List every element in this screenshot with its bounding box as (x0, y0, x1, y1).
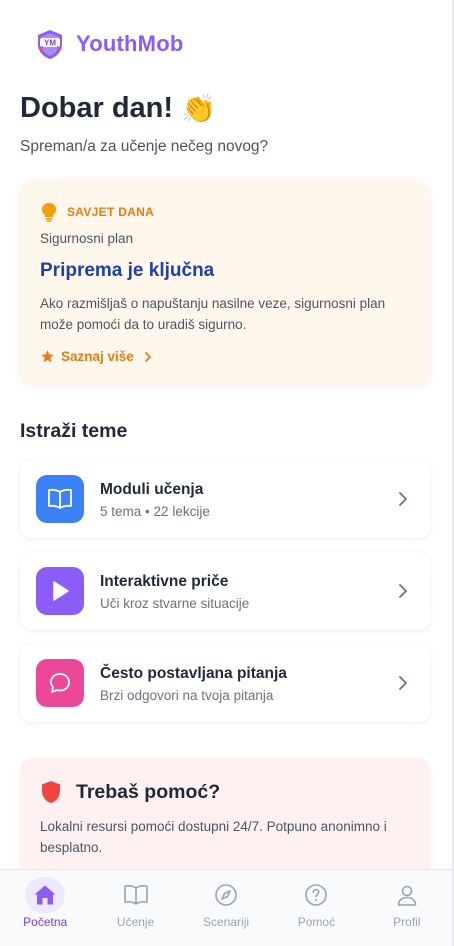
logo-icon: YM (38, 30, 62, 59)
lesson-count: 22 lekcije (153, 504, 210, 519)
app-title: YouthMob (76, 31, 184, 56)
topic-faq[interactable]: Često postavljana pitanja Brzi odgovori … (20, 644, 430, 722)
chat-bubble-icon (36, 659, 84, 707)
tip-category: Sigurnosni plan (40, 231, 134, 246)
tip-header: SAVJET DANA (40, 202, 154, 222)
shield-icon (42, 781, 60, 803)
chevron-right-icon (399, 584, 407, 598)
greeting-title: Dobar dan! 👏 (20, 92, 216, 125)
tip-body: Ako razmišljaš o napuštanju nasilne veze… (40, 296, 386, 332)
learn-more-label: Saznaj više (61, 349, 134, 364)
nav-profile[interactable]: Profil (362, 870, 452, 946)
topic-subtitle: Brzi odgovori na tvoja pitanja (100, 688, 274, 703)
star-icon (41, 350, 54, 363)
topic-meta: 5 tema • 22 lekcije (100, 504, 210, 519)
tip-title: Priprema je ključna (40, 260, 215, 281)
topic-subtitle: Uči kroz stvarne situacije (100, 596, 250, 611)
compass-icon (206, 877, 246, 913)
help-circle-icon (296, 877, 336, 913)
tip-of-day-card: SAVJET DANA Sigurnosni plan Priprema je … (20, 180, 430, 386)
nav-label: Početna (23, 915, 68, 929)
topic-title: Često postavljana pitanja (100, 665, 287, 682)
chevron-right-icon (144, 351, 151, 362)
nav-label: Učenje (116, 915, 155, 929)
svg-text:YM: YM (44, 39, 56, 48)
nav-scenarios[interactable]: Scenariji (181, 870, 271, 946)
bottom-nav: Početna Učenje Scenariji Pomoć Profil (0, 869, 452, 946)
nav-label: Pomoć (297, 915, 336, 929)
nav-learning[interactable]: Učenje (90, 870, 180, 946)
home-icon (25, 877, 66, 913)
nav-label: Profil (393, 915, 421, 929)
chevron-right-icon (399, 676, 407, 690)
nav-label: Scenariji (203, 915, 250, 929)
help-title: Trebaš pomoć? (76, 780, 221, 803)
book-open-icon (36, 475, 84, 523)
chevron-right-icon (399, 492, 407, 506)
nav-help[interactable]: Pomoć (271, 870, 361, 946)
topic-interactive-stories[interactable]: Interaktivne priče Uči kroz stvarne situ… (20, 552, 430, 630)
play-icon (36, 567, 84, 615)
module-count: 5 tema (100, 504, 142, 519)
tip-tag: SAVJET DANA (67, 205, 155, 219)
topic-learning-modules[interactable]: Moduli učenja 5 tema • 22 lekcije (20, 460, 430, 538)
app-header: YM YouthMob (34, 28, 184, 60)
explore-section-title: Istraži teme (20, 420, 128, 442)
meta-separator: • (145, 504, 150, 519)
help-body: Lokalni resursi pomoći dostupni 24/7. Po… (40, 819, 387, 855)
lightbulb-icon (42, 203, 56, 222)
greeting-text: Dobar dan! (20, 92, 174, 124)
book-icon (116, 877, 156, 913)
topic-title: Interaktivne priče (100, 573, 229, 590)
user-icon (387, 877, 427, 913)
greeting-subtitle: Spreman/a za učenje nečeg novog? (20, 138, 269, 155)
topic-title: Moduli učenja (100, 481, 204, 498)
learn-more-link[interactable]: Saznaj više (40, 349, 154, 364)
clapping-hands-icon: 👏 (181, 93, 216, 124)
help-header: Trebaš pomoć? (40, 780, 220, 804)
nav-home[interactable]: Početna (0, 870, 90, 946)
